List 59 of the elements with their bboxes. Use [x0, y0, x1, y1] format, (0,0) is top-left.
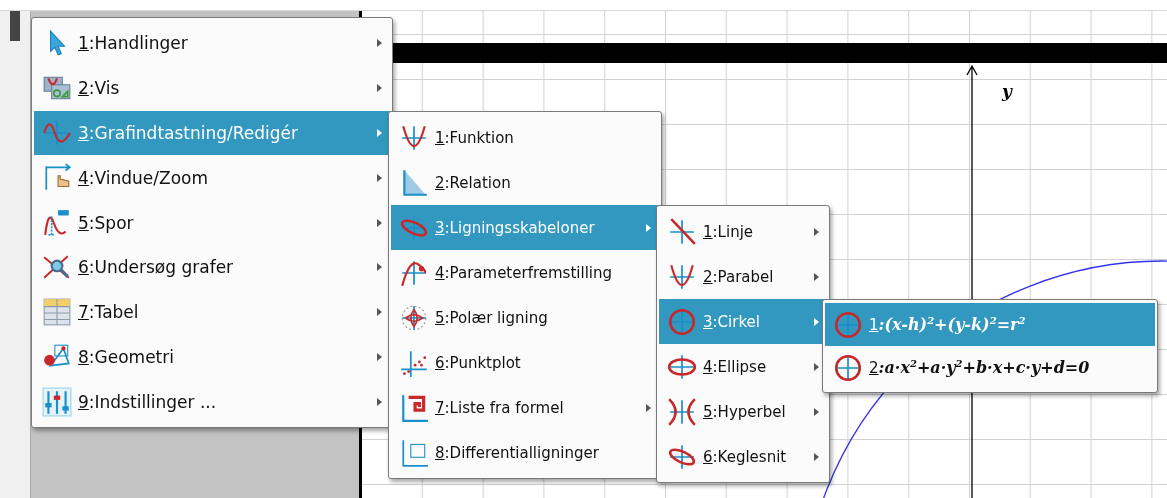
- menu-item[interactable]: 8:Geometri: [34, 334, 390, 380]
- menu-item-label: 2:Parabel: [703, 267, 775, 286]
- menu-item[interactable]: 5:Spor: [34, 200, 390, 245]
- menu-item[interactable]: 2:Relation: [391, 160, 659, 205]
- menu-item[interactable]: 2:Vis: [34, 65, 390, 111]
- menu-item-label: 3:Cirkel: [703, 312, 761, 331]
- hand-pointer-icon: [42, 162, 72, 193]
- sine-curve-icon: [42, 118, 72, 148]
- menu-item-label: 8:Geometri: [78, 346, 175, 367]
- menu-item[interactable]: 1:Funktion: [391, 115, 659, 160]
- line-icon: [667, 216, 697, 247]
- menu-item-label: 2:a·x$^{2}$+a·y$^{2}$+b·x+c·y+d=0: [869, 357, 1091, 378]
- menu-item[interactable]: 2:Parabel: [659, 254, 827, 299]
- axis-label: y: [1002, 81, 1012, 101]
- menu-item-label: 1:Linje: [703, 222, 755, 241]
- menu-item[interactable]: 4:Vindue/Zoom: [34, 155, 390, 201]
- circle-icon: [833, 309, 863, 340]
- menu-item[interactable]: 5:Polær ligning: [391, 295, 659, 340]
- menu-item[interactable]: 1:Linje: [659, 209, 827, 254]
- menu-item-label: 9:Indstillinger ...: [78, 391, 218, 412]
- axes-square-icon: [399, 437, 429, 468]
- menu-item[interactable]: 6:Punktplot: [391, 340, 659, 385]
- menu-item-label: 6:Keglesnit: [703, 447, 788, 466]
- menu-item-label: 3:Ligningsskabeloner: [435, 218, 596, 237]
- menu-item-label: 1:Funktion: [435, 128, 515, 147]
- menu-item-label: 4:Ellipse: [703, 357, 768, 376]
- trace-curve-icon: [42, 207, 72, 238]
- menu-item-label: 3:Grafindtastning/Redigér: [78, 123, 300, 143]
- menu-item[interactable]: 6:Keglesnit: [659, 434, 827, 479]
- circle-icon: [667, 306, 697, 337]
- menu-item-label: 7:Tabel: [78, 302, 140, 323]
- spiral-icon: [399, 392, 429, 423]
- menu-item[interactable]: 7:Liste fra formel: [391, 385, 659, 430]
- menu-item-label: 4:Parameterfremstilling: [435, 263, 613, 282]
- menu-item-label: 1:(x-h)$^{2}$+(y-k)$^{2}$=r$^{2}$: [869, 314, 1027, 335]
- side-handle: [10, 11, 20, 41]
- menu-item-label: 2:Vis: [78, 78, 121, 99]
- menu-item[interactable]: 8:Differentialligninger: [391, 430, 659, 475]
- menu-item-label: 5:Polær ligning: [435, 308, 549, 327]
- menu-item-label: 4:Vindue/Zoom: [78, 167, 210, 188]
- menu-item-label: 6:Punktplot: [435, 353, 522, 372]
- menu-item[interactable]: 7:Tabel: [34, 289, 390, 335]
- menu-item[interactable]: 4:Parameterfremstilling: [391, 250, 659, 295]
- menu-item-label: 5:Hyperbel: [703, 402, 787, 421]
- menu-item[interactable]: 1:Handlinger: [34, 21, 390, 66]
- sliders-icon: [42, 386, 72, 417]
- menu-item-label: 5:Spor: [78, 212, 135, 233]
- menu-item[interactable]: 2:a·x$^{2}$+a·y$^{2}$+b·x+c·y+d=0: [825, 346, 1155, 389]
- menu-item[interactable]: 5:Hyperbel: [659, 389, 827, 434]
- menu-item-label: 8:Differentialligninger: [435, 443, 600, 462]
- hyperbola-icon: [667, 396, 697, 427]
- menu-item-label: 6:Undersøg grafer: [78, 257, 235, 278]
- table-icon: [42, 297, 72, 328]
- menu-item-label: 7:Liste fra formel: [435, 398, 565, 417]
- menu-item[interactable]: 9:Indstillinger ...: [34, 379, 390, 425]
- menu-item-label: 1:Handlinger: [78, 33, 189, 54]
- menu-item[interactable]: 6:Undersøg grafer: [34, 245, 390, 290]
- circle-icon: [833, 352, 863, 383]
- menu-item-label: 2:Relation: [435, 173, 512, 192]
